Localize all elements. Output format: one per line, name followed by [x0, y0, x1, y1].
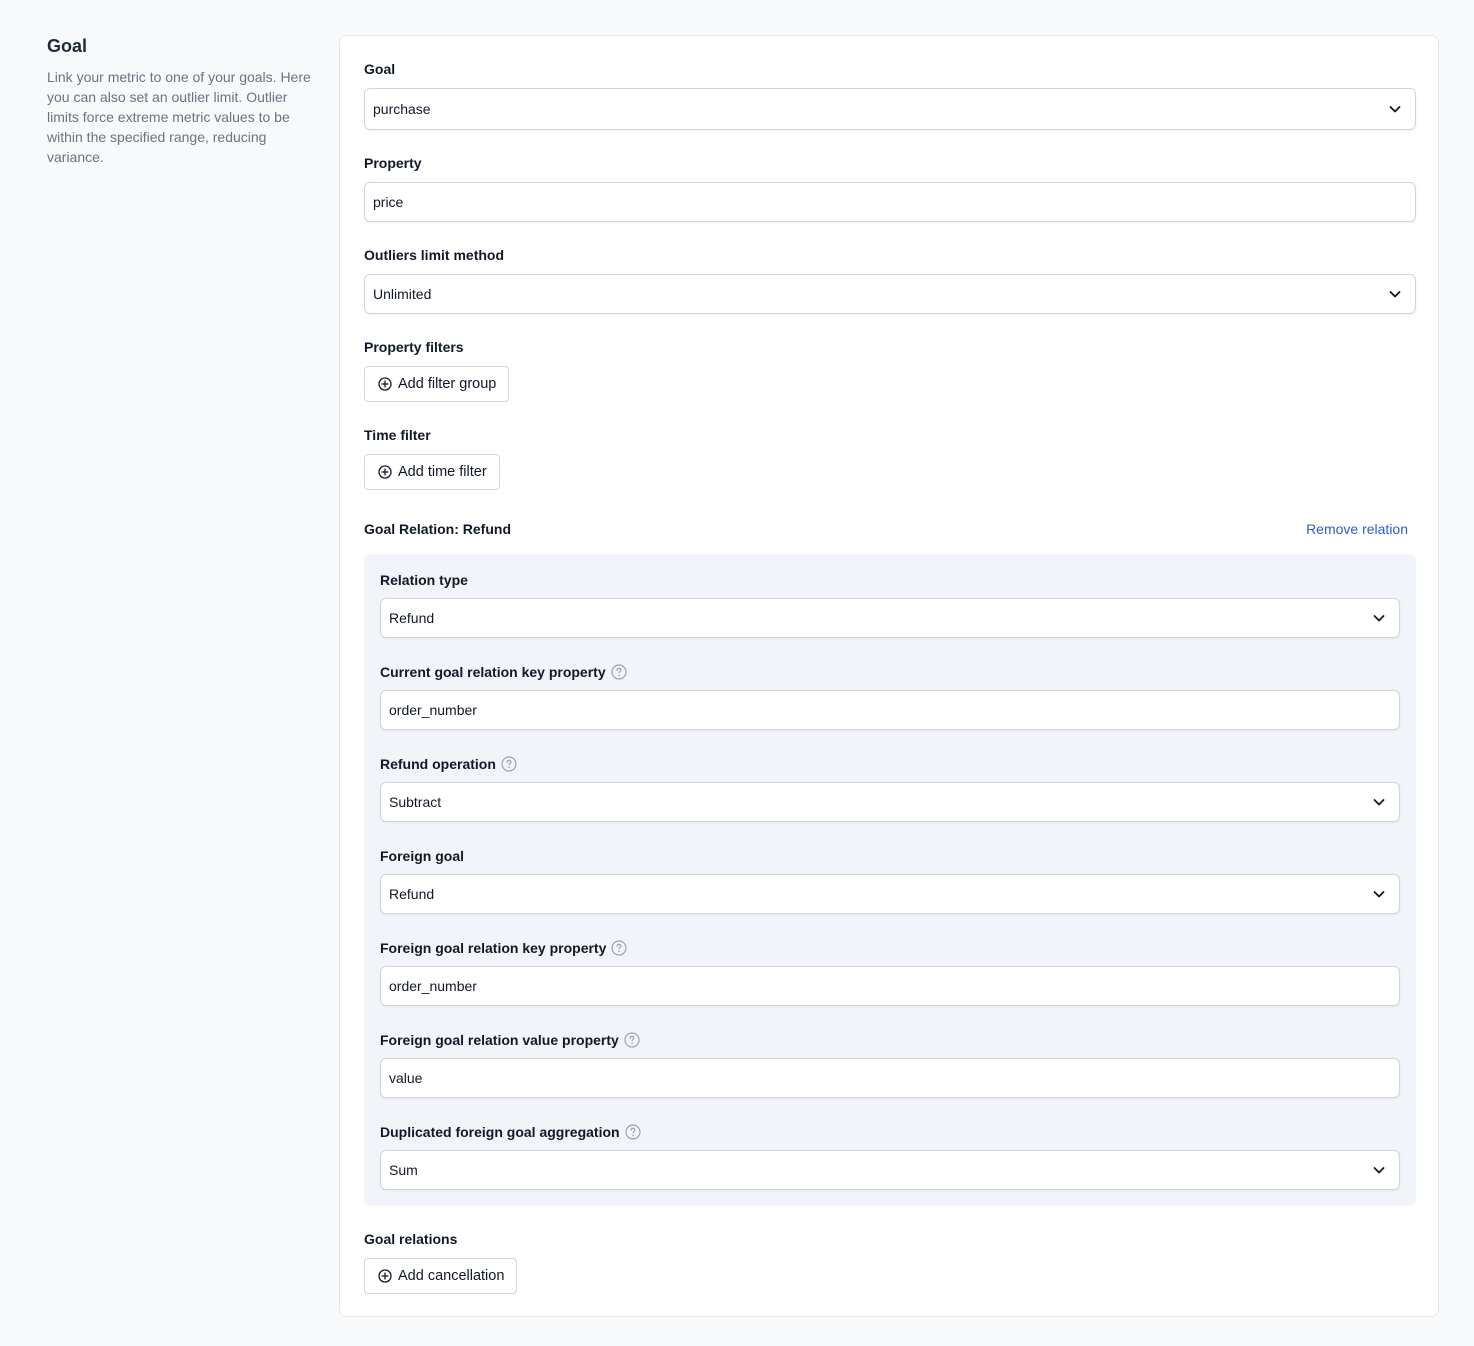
relation-type-select[interactable]: Refund [380, 598, 1400, 638]
aggregation-label-text: Duplicated foreign goal aggregation [380, 1124, 620, 1140]
add-time-filter-label: Add time filter [398, 464, 487, 480]
goal-select-value: purchase [373, 101, 431, 117]
outliers-label-text: Outliers limit method [364, 247, 505, 263]
add-filter-group-button[interactable]: Add filter group [364, 366, 510, 402]
goal-relation-header: Goal Relation: Refund Remove relation [364, 519, 1416, 539]
add-filter-group-label: Add filter group [398, 376, 497, 392]
time-filter-label: Time filter [364, 425, 431, 445]
goal-label: Goal [364, 59, 395, 79]
foreign-value-label: Foreign goal relation value property [380, 1030, 640, 1050]
add-cancellation-button[interactable]: Add cancellation [364, 1258, 518, 1294]
refund-operation-label: Refund operation [380, 754, 517, 774]
property-input-value: price [373, 194, 404, 210]
foreign-goal-label: Foreign goal [380, 846, 464, 866]
chevron-down-icon [1371, 794, 1387, 810]
refund-operation-label-text: Refund operation [380, 756, 496, 772]
help-icon[interactable] [611, 664, 627, 680]
goal-select[interactable]: purchase [364, 88, 1416, 130]
property-label: Property [364, 153, 422, 173]
chevron-down-icon [1371, 886, 1387, 902]
property-label-text: Property [364, 155, 422, 171]
foreign-goal-label-text: Foreign goal [380, 848, 464, 864]
plus-circle-icon [378, 1269, 392, 1283]
current-key-label: Current goal relation key property [380, 662, 627, 682]
outliers-label: Outliers limit method [364, 245, 504, 265]
outliers-select[interactable]: Unlimited [364, 274, 1416, 314]
goal-label-text: Goal [364, 61, 396, 77]
foreign-value-value: value [389, 1070, 423, 1086]
section-description: Link your metric to one of your goals. H… [47, 69, 311, 165]
chevron-down-icon [1387, 101, 1403, 117]
goal-form-card: Goal purchase Property price Outliers li… [339, 35, 1439, 1317]
foreign-key-label-text: Foreign goal relation key property [380, 940, 607, 956]
property-filters-label-text: Property filters [364, 339, 464, 355]
goal-relation-panel: Relation type Refund Current goal relati… [364, 554, 1416, 1206]
help-icon[interactable] [624, 1032, 640, 1048]
aggregation-value: Sum [389, 1162, 418, 1178]
chevron-down-icon [1387, 286, 1403, 302]
goal-relation-title: Goal Relation: Refund [364, 521, 511, 537]
current-key-input[interactable]: order_number [380, 690, 1400, 730]
relation-type-label-text: Relation type [380, 572, 468, 588]
remove-relation-link[interactable]: Remove relation [1306, 521, 1408, 537]
section-title: Goal [47, 36, 88, 56]
aggregation-select[interactable]: Sum [380, 1150, 1400, 1190]
foreign-key-input[interactable]: order_number [380, 966, 1400, 1006]
goal-relations-label: Goal relations [364, 1229, 457, 1249]
foreign-key-value: order_number [389, 978, 477, 994]
time-filter-label-text: Time filter [364, 427, 431, 443]
help-icon[interactable] [501, 756, 517, 772]
current-key-value: order_number [389, 702, 477, 718]
foreign-key-label: Foreign goal relation key property [380, 938, 627, 958]
outliers-select-value: Unlimited [373, 286, 432, 302]
section-sidebar: Goal Link your metric to one of your goa… [47, 36, 312, 167]
property-filters-label: Property filters [364, 337, 464, 357]
refund-operation-value: Subtract [389, 794, 442, 810]
chevron-down-icon [1371, 610, 1387, 626]
add-time-filter-button[interactable]: Add time filter [364, 454, 500, 490]
plus-circle-icon [378, 377, 392, 391]
current-key-label-text: Current goal relation key property [380, 664, 606, 680]
refund-operation-select[interactable]: Subtract [380, 782, 1400, 822]
plus-circle-icon [378, 465, 392, 479]
foreign-value-label-text: Foreign goal relation value property [380, 1032, 619, 1048]
chevron-down-icon [1371, 1162, 1387, 1178]
foreign-goal-value: Refund [389, 886, 435, 902]
aggregation-label: Duplicated foreign goal aggregation [380, 1122, 641, 1142]
foreign-value-input[interactable]: value [380, 1058, 1400, 1098]
foreign-goal-select[interactable]: Refund [380, 874, 1400, 914]
help-icon[interactable] [611, 940, 627, 956]
goal-relations-label-text: Goal relations [364, 1231, 458, 1247]
help-icon[interactable] [624, 1124, 641, 1140]
property-input[interactable]: price [364, 182, 1416, 222]
relation-type-label: Relation type [380, 570, 468, 590]
add-cancellation-label: Add cancellation [398, 1268, 505, 1284]
relation-type-value: Refund [389, 610, 435, 626]
